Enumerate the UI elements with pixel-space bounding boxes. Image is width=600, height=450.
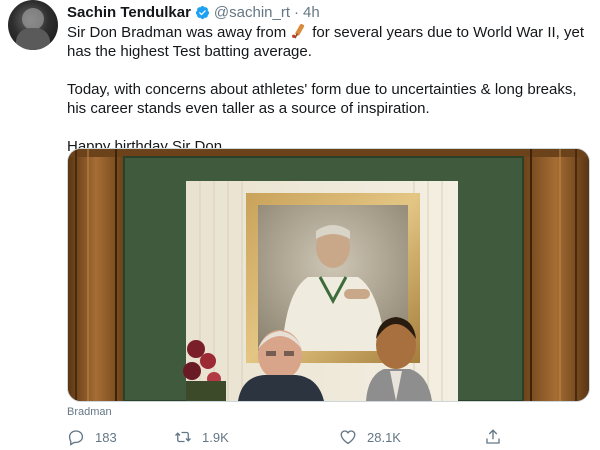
- author-display-name[interactable]: Sachin Tendulkar: [67, 4, 191, 21]
- right-frame-edge: [523, 149, 589, 401]
- cricket-bat-icon: [292, 23, 305, 39]
- tweet-timestamp[interactable]: 4h: [303, 4, 320, 21]
- reply-button[interactable]: 183: [67, 428, 117, 446]
- retweet-icon: [175, 431, 191, 443]
- avatar-body: [16, 28, 50, 50]
- tweet-actions: 183 1.9K 28.1K: [67, 428, 507, 448]
- tweet-paragraph-1: Sir Don Bradman was away from for severa…: [67, 22, 587, 61]
- share-button[interactable]: [484, 428, 512, 446]
- reply-count: 183: [95, 429, 117, 445]
- verified-badge-icon: [195, 5, 209, 19]
- photo-illustration: [68, 149, 589, 401]
- top-frame-edge: [68, 149, 589, 157]
- heart-icon: [340, 430, 356, 445]
- tweet[interactable]: Sachin Tendulkar @sachin_rt · 4h Sir Don…: [0, 0, 600, 450]
- separator-dot: ·: [294, 3, 300, 21]
- retweet-count: 1.9K: [202, 429, 229, 445]
- like-button[interactable]: 28.1K: [339, 428, 401, 446]
- tweet-paragraph-2: Today, with concerns about athletes' for…: [67, 81, 577, 117]
- retweet-button[interactable]: 1.9K: [174, 428, 229, 446]
- media-caption: Bradman: [67, 406, 112, 418]
- like-count: 28.1K: [367, 429, 401, 445]
- tweet-header: Sachin Tendulkar @sachin_rt · 4h: [67, 2, 320, 22]
- tweet-text: Sir Don Bradman was away from for severa…: [67, 22, 587, 156]
- avatar[interactable]: [8, 0, 58, 50]
- tweet-text-part-1: Sir Don Bradman was away from: [67, 24, 287, 41]
- author-handle[interactable]: @sachin_rt: [214, 4, 290, 21]
- avatar-figure: [22, 8, 44, 30]
- tweet-media-photo[interactable]: [67, 148, 590, 402]
- reply-icon: [68, 430, 84, 446]
- share-icon: [486, 429, 500, 444]
